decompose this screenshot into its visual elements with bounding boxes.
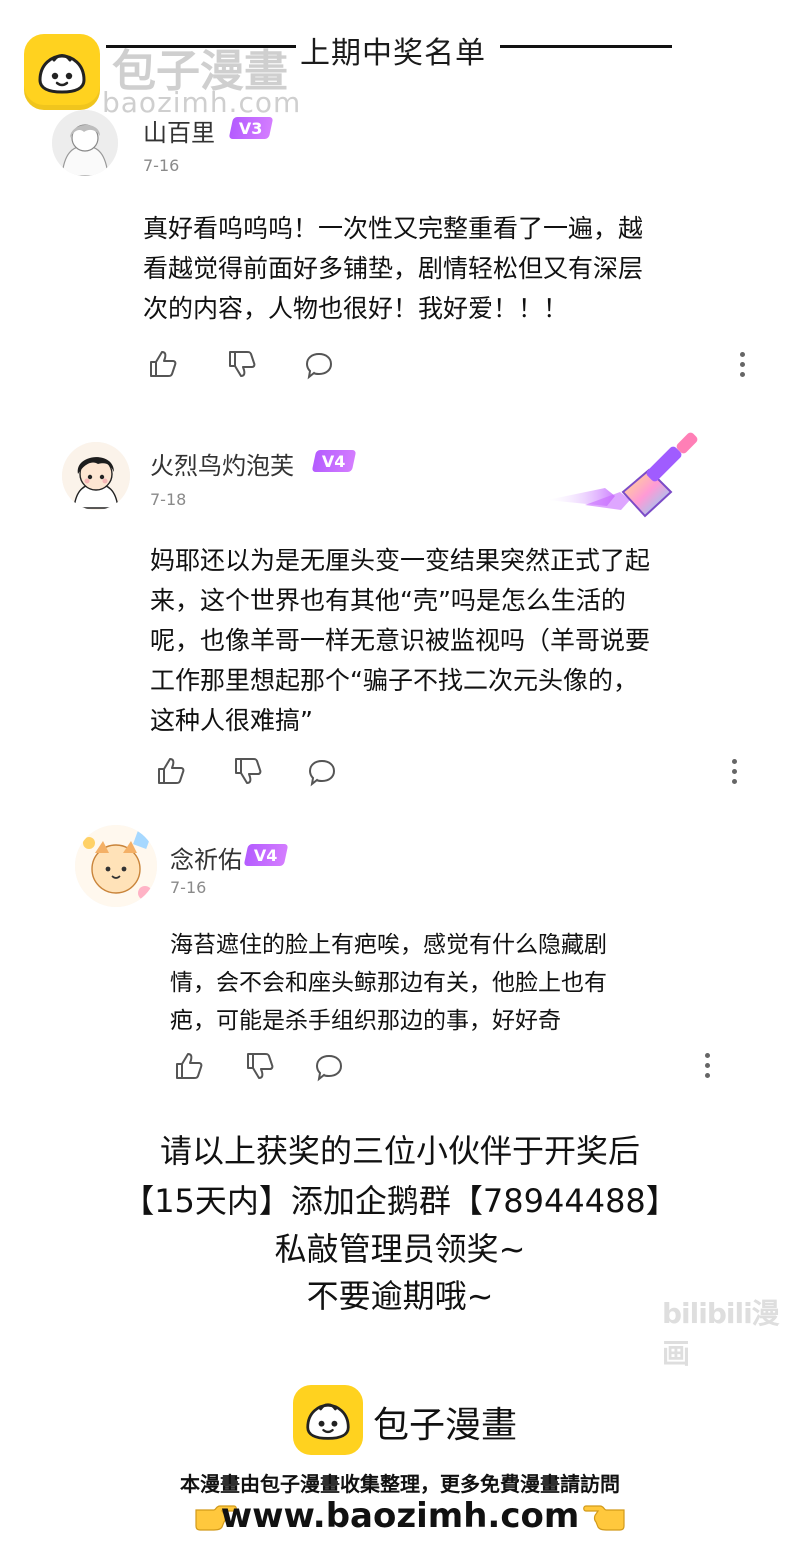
notice-line: 请以上获奖的三位小伙伴于开奖后	[159, 1132, 640, 1170]
comment-text: 海苔遮住的脸上有疤唉，感觉有什么隐藏剧 情，会不会和座头鲸那边有关，他脸上也有 …	[170, 932, 607, 1034]
thumbs-up-icon[interactable]	[156, 756, 186, 786]
page-title: 上期中奖名单	[300, 36, 486, 71]
level-badge: V4	[311, 450, 357, 472]
baozi-logo-icon	[24, 34, 100, 110]
more-options-icon[interactable]	[732, 759, 738, 785]
avatar[interactable]	[52, 110, 118, 176]
thumbs-up-icon[interactable]	[174, 1051, 204, 1081]
notice-line: 私敲管理员领奖~	[274, 1230, 526, 1268]
comment-username[interactable]: 山百里	[143, 113, 215, 148]
paintbrush-decoration-icon	[545, 430, 710, 525]
comment-date: 7-16	[143, 156, 180, 175]
title-rule-right	[500, 45, 672, 48]
comment-icon[interactable]	[314, 1052, 344, 1082]
avatar[interactable]	[75, 825, 157, 907]
comment-text: 妈耶还以为是无厘头变一变结果突然正式了起 来，这个世界也有其他“壳”吗是怎么生活…	[150, 546, 651, 735]
footer-url-link[interactable]: www.baozimh.com	[0, 1496, 800, 1536]
more-options-icon[interactable]	[705, 1053, 711, 1079]
comment-date: 7-18	[150, 490, 187, 509]
comment-icon[interactable]	[304, 350, 334, 380]
baozi-logo-icon	[293, 1385, 363, 1455]
comment-username[interactable]: 火烈鸟灼泡芙	[150, 446, 294, 481]
thumbs-down-icon[interactable]	[245, 1051, 275, 1081]
pointing-left-hand-icon	[582, 1500, 626, 1532]
comment-text: 真好看呜呜呜！一次性又完整重看了一遍，越 看越觉得前面好多铺垫，剧情轻松但又有深…	[143, 214, 644, 323]
avatar[interactable]	[62, 442, 130, 510]
bilibili-manga-watermark: bilibili漫画	[662, 1297, 780, 1370]
more-options-icon[interactable]	[740, 352, 746, 378]
comment-username[interactable]: 念祈佑	[170, 840, 242, 875]
footer-description: 本漫畫由包子漫畫收集整理，更多免費漫畫請訪問	[180, 1472, 620, 1496]
level-badge: V3	[228, 117, 274, 139]
comment-icon[interactable]	[307, 757, 337, 787]
thumbs-down-icon[interactable]	[227, 349, 257, 379]
notice-line: 【15天内】添加企鹅群【78944488】	[122, 1182, 678, 1220]
thumbs-up-icon[interactable]	[148, 349, 178, 379]
level-badge: V4	[243, 844, 289, 866]
footer-brand: 包子漫畫	[373, 1405, 518, 1446]
thumbs-down-icon[interactable]	[233, 756, 263, 786]
comment-date: 7-16	[170, 878, 207, 897]
